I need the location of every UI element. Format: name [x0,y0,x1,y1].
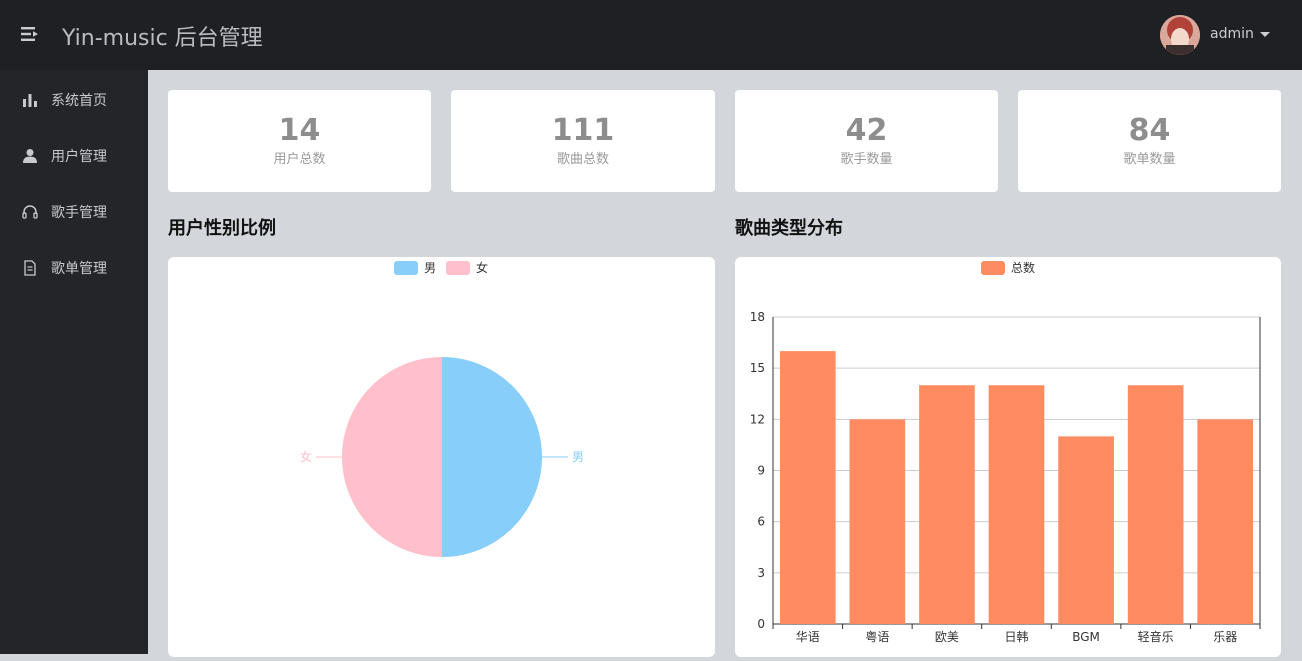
sidebar-item-label: 用户管理 [51,149,107,165]
stat-label: 歌手数量 [840,152,893,167]
y-tick-label: 0 [757,617,765,631]
stat-card-songs: 111 歌曲总数 [451,90,715,192]
legend-label[interactable]: 男 [424,261,436,275]
stat-label: 歌单数量 [1123,152,1176,167]
stat-value: 84 [1128,113,1171,148]
app-title: Yin-music 后台管理 [62,26,263,51]
pie-slice[interactable] [442,357,542,557]
menu-fold-icon[interactable] [20,24,40,44]
x-tick-label: 华语 [796,630,820,644]
legend-label[interactable]: 女 [476,260,488,275]
bar-chart-icon [22,92,38,108]
user-icon [22,148,38,164]
caret-down-icon [1259,31,1270,37]
bar[interactable] [919,385,975,624]
document-icon [22,260,38,276]
sidebar-item-label: 系统首页 [51,93,107,109]
gender-section-title: 用户性别比例 [168,218,276,239]
gender-chart-panel: 男女男女 [168,257,715,657]
stat-value: 14 [278,113,321,148]
stat-card-users: 14 用户总数 [168,90,431,192]
y-tick-label: 15 [750,361,765,375]
sidebar-item-users[interactable]: 用户管理 [0,128,148,184]
x-tick-label: 乐器 [1213,630,1237,644]
avatar[interactable] [1160,15,1200,55]
stat-card-playlists: 84 歌单数量 [1018,90,1281,192]
pie-label: 男 [572,450,584,464]
stat-card-singers: 42 歌手数量 [735,90,998,192]
sidebar-item-playlists[interactable]: 歌单管理 [0,240,148,296]
y-tick-label: 12 [750,412,765,426]
bar[interactable] [1127,385,1184,624]
x-tick-label: BGM [1072,630,1100,644]
stat-label: 用户总数 [273,152,326,167]
y-tick-label: 6 [757,515,765,529]
legend-swatch[interactable] [981,261,1005,275]
bar[interactable] [849,419,906,624]
type-chart-panel: 总数 0 3 6 9 12 15 18 华语 粤语 欧美 日韩 BGM 轻音乐 乐器 [735,257,1281,657]
bar[interactable] [1058,436,1114,624]
gender-pie-chart: 男女男女 [300,260,584,557]
y-tick-label: 9 [757,464,765,478]
user-name-label: admin [1210,26,1254,42]
pie-slice[interactable] [342,357,442,557]
sidebar-item-dashboard[interactable]: 系统首页 [0,72,148,128]
x-tick-label: 日韩 [1004,629,1028,644]
legend-label[interactable]: 总数 [1011,260,1035,275]
y-tick-label: 3 [757,566,765,580]
top-header: Yin-music 后台管理 admin [0,0,1302,70]
stat-value: 111 [551,113,615,148]
type-bar-chart: 总数 0 3 6 9 12 15 18 华语 粤语 欧美 日韩 BGM 轻音乐 乐器 [750,260,1261,644]
stat-value: 42 [845,113,888,148]
stat-label: 歌曲总数 [556,152,609,167]
type-section-title: 歌曲类型分布 [735,218,843,239]
sidebar: 系统首页 用户管理 歌手管理 歌单管理 [0,70,148,654]
sidebar-item-singers[interactable]: 歌手管理 [0,184,148,240]
bar[interactable] [779,351,836,624]
bar[interactable] [988,385,1045,624]
legend-swatch[interactable] [394,261,418,275]
sidebar-item-label: 歌单管理 [51,261,107,277]
bar[interactable] [1197,419,1254,624]
headphones-icon [22,204,38,220]
x-tick-label: 欧美 [935,630,959,644]
user-menu[interactable]: admin [1210,26,1270,42]
legend-swatch[interactable] [446,261,470,275]
x-tick-label: 粤语 [865,629,889,644]
y-tick-label: 18 [750,310,765,324]
sidebar-item-label: 歌手管理 [51,205,107,221]
pie-label: 女 [300,449,312,464]
x-tick-label: 轻音乐 [1138,629,1174,644]
